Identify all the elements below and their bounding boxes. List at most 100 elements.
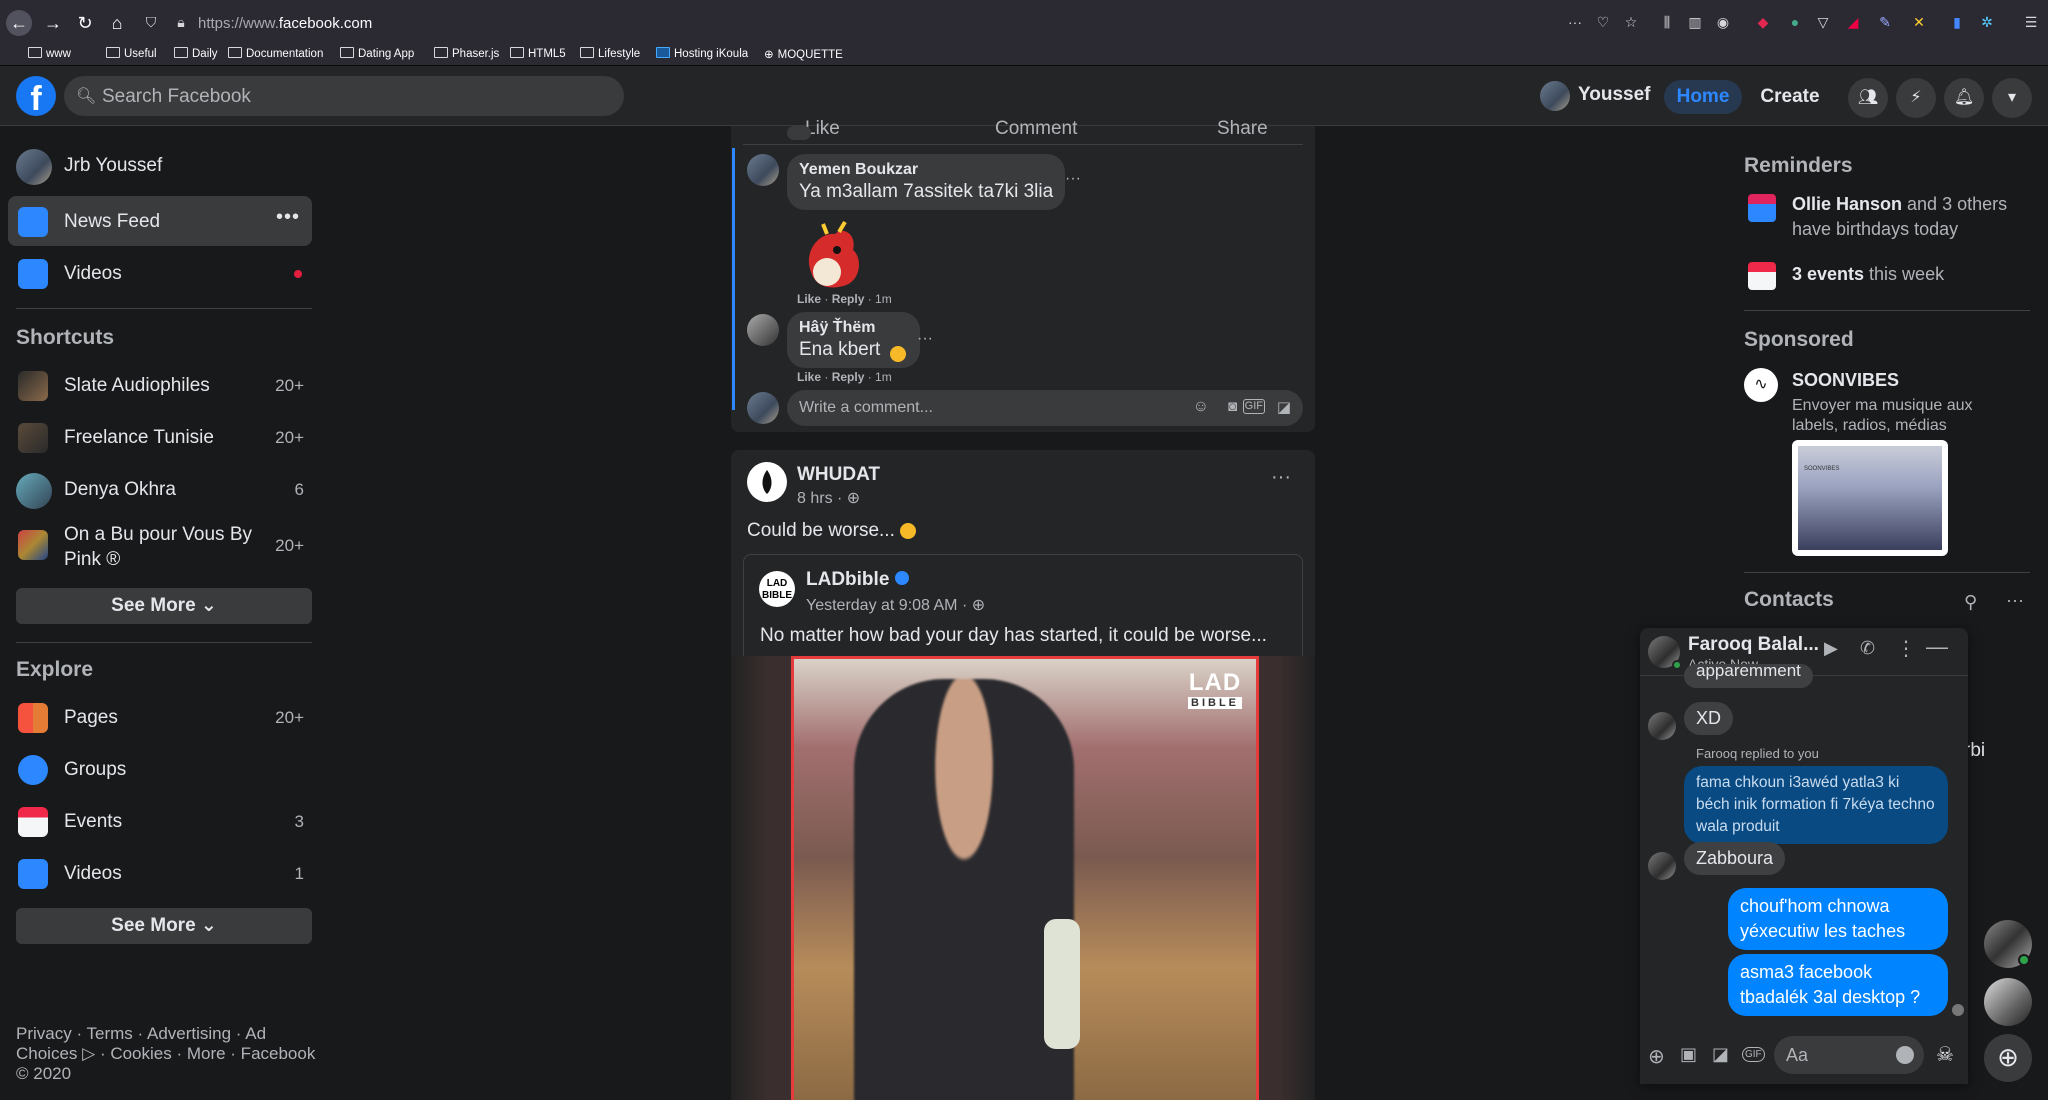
explore-item-groups[interactable]: Groups [8,744,312,794]
add-icon[interactable]: ⊕ [1648,1044,1665,1069]
extension-vue-icon[interactable]: ▽ [1814,13,1832,31]
skull-emoji-icon[interactable]: ☠ [1936,1042,1954,1067]
menu-icon[interactable]: ☰ [2022,13,2040,31]
post-time[interactable]: 8 hrs · ⊕ [797,488,860,508]
comment-reply-link[interactable]: Reply [832,370,865,384]
shortcut-item[interactable]: On a Bu pour Vous By Pink ® 20+ [8,516,312,576]
sponsor-logo-icon[interactable]: ∿ [1744,368,1778,402]
extension-react-icon[interactable]: ✲ [1978,13,1996,31]
extension-eraser-icon[interactable]: ◢ [1844,13,1862,31]
library-icon[interactable]: ⫼ [1658,13,1676,31]
bookmark-folder[interactable]: Lifestyle [580,47,640,60]
extension-tools-icon[interactable]: ✕ [1910,13,1928,31]
comment-author[interactable]: Hâÿ Ťhëm [799,319,880,337]
chat-head-avatar[interactable] [1984,978,2032,1026]
shortcut-item[interactable]: Freelance Tunisie 20+ [8,412,312,462]
search-input[interactable]: 🔍︎ Search Facebook [64,76,624,116]
footer-links[interactable]: Privacy · Terms · Advertising · Ad Choic… [16,1024,316,1084]
chat-options-icon[interactable]: ⋮ [1896,636,1916,661]
sidebar-icon[interactable]: ▥ [1686,13,1704,31]
forward-icon[interactable]: → [40,10,66,36]
extension-pen-icon[interactable]: ✎ [1876,13,1894,31]
contacts-options-icon[interactable]: ··· [2006,590,2024,611]
bookmark-folder[interactable]: Daily [174,47,218,60]
search-icon[interactable]: ⚲ [1964,592,1977,613]
facebook-logo-icon[interactable]: f [16,76,56,118]
page-actions-icon[interactable]: ··· [1566,13,1584,31]
video-player[interactable]: LAD BIBLE [731,656,1315,1100]
bookmark-folder[interactable]: Useful [106,47,157,60]
see-more-button[interactable]: See More ⌄ [16,588,312,624]
shared-post-time[interactable]: Yesterday at 9:08 AM · ⊕ [806,595,985,615]
explore-item-events[interactable]: Events 3 [8,796,312,846]
back-icon[interactable]: ← [6,10,32,36]
photo-icon[interactable]: ▣ [1680,1044,1697,1065]
address-bar[interactable]: https://www.facebook.com [198,13,1698,35]
explore-item-videos[interactable]: Videos 1 [8,848,312,898]
create-button[interactable]: Create [1750,80,1830,114]
share-button[interactable]: Share [1217,118,1268,140]
sidebar-item-profile[interactable]: Jrb Youssef [8,140,312,190]
notifications-icon[interactable]: 🔔︎ [1944,78,1984,118]
pocket-icon[interactable]: ♡ [1594,13,1612,31]
comment-reply-link[interactable]: Reply [832,292,865,306]
bookmark-folder[interactable]: HTML5 [510,47,566,60]
comment-options-icon[interactable]: ··· [1065,170,1081,188]
bookmark-folder[interactable]: Dating App [340,47,414,60]
phone-icon[interactable]: ✆ [1860,638,1875,659]
account-menu-icon[interactable]: ▾ [1992,78,2032,118]
extension-icon[interactable]: ● [1786,13,1804,31]
sponsor-image[interactable]: SOONVIBES [1792,440,1948,556]
sticker-icon[interactable]: ◪ [1712,1044,1729,1065]
bookmark-star-icon[interactable]: ☆ [1622,13,1640,31]
events-reminder[interactable]: 3 events this week [1792,264,1944,285]
shield-icon[interactable]: ⛉ [142,13,160,31]
sidebar-item-news-feed[interactable]: News Feed ••• [8,196,312,246]
bookmark-link[interactable]: ⊕ MOQUETTE [764,47,843,61]
camera-icon[interactable]: ◙ [1228,398,1237,415]
comment-like-link[interactable]: Like [797,370,821,384]
gif-icon[interactable]: GIF [1742,1047,1765,1062]
sidebar-item-videos[interactable]: Videos [8,248,312,298]
comment-options-icon[interactable]: ··· [917,330,933,348]
sponsor-name[interactable]: SOONVIBES [1792,370,1899,391]
chat-message-input[interactable]: Aa [1774,1036,1924,1074]
emoji-icon[interactable]: ☺ [1193,398,1209,416]
extension-clipboard-icon[interactable]: ▮ [1948,13,1966,31]
shared-post-author[interactable]: LADbible [806,569,909,591]
explore-item-pages[interactable]: Pages 20+ [8,692,312,742]
write-comment-input[interactable]: Write a comment... ☺ ◙ GIF ◪ [787,390,1303,426]
more-options-icon[interactable]: ••• [276,206,300,229]
minimize-icon[interactable]: — [1926,634,1948,660]
comment-button[interactable]: Comment [995,118,1077,140]
reload-icon[interactable]: ↻ [72,10,98,36]
sticker-icon[interactable]: ◪ [1277,398,1291,416]
gif-icon[interactable]: GIF [1242,399,1265,414]
new-message-button[interactable]: ⊕ [1984,1034,2032,1082]
bookmark-folder[interactable]: Documentation [228,47,323,60]
page-avatar[interactable] [747,462,787,502]
birthday-reminder[interactable]: Ollie Hanson and 3 others have birthdays… [1792,192,2032,242]
account-icon[interactable]: ◉ [1714,13,1732,31]
messenger-icon[interactable]: ⚡︎ [1896,78,1936,118]
bookmark-folder[interactable]: Phaser.js [434,47,499,60]
extension-ublock-icon[interactable]: ◆ [1754,13,1772,31]
home-icon[interactable]: ⌂ [104,10,130,36]
avatar[interactable] [747,314,779,346]
shortcut-item[interactable]: Denya Okhra 6 [8,464,312,514]
post-options-icon[interactable]: ··· [1271,466,1291,489]
home-button[interactable]: Home [1664,80,1742,114]
chat-contact-name[interactable]: Farooq Balal... [1688,634,1819,656]
avatar[interactable] [747,154,779,186]
emoji-icon[interactable] [1896,1046,1914,1064]
bookmark-folder[interactable]: www [28,47,71,60]
comment-like-link[interactable]: Like [797,292,821,306]
page-avatar[interactable]: LAD BIBLE [759,571,795,607]
post-author[interactable]: WHUDAT [797,464,880,486]
friends-icon[interactable]: 👥︎ [1848,78,1888,118]
bookmark-link[interactable]: Hosting iKoula [656,47,748,60]
comment-author[interactable]: Yemen Boukzar [799,161,1053,179]
see-more-button[interactable]: See More ⌄ [16,908,312,944]
video-call-icon[interactable]: ▶ [1824,638,1838,659]
shortcut-item[interactable]: Slate Audiophiles 20+ [8,360,312,410]
